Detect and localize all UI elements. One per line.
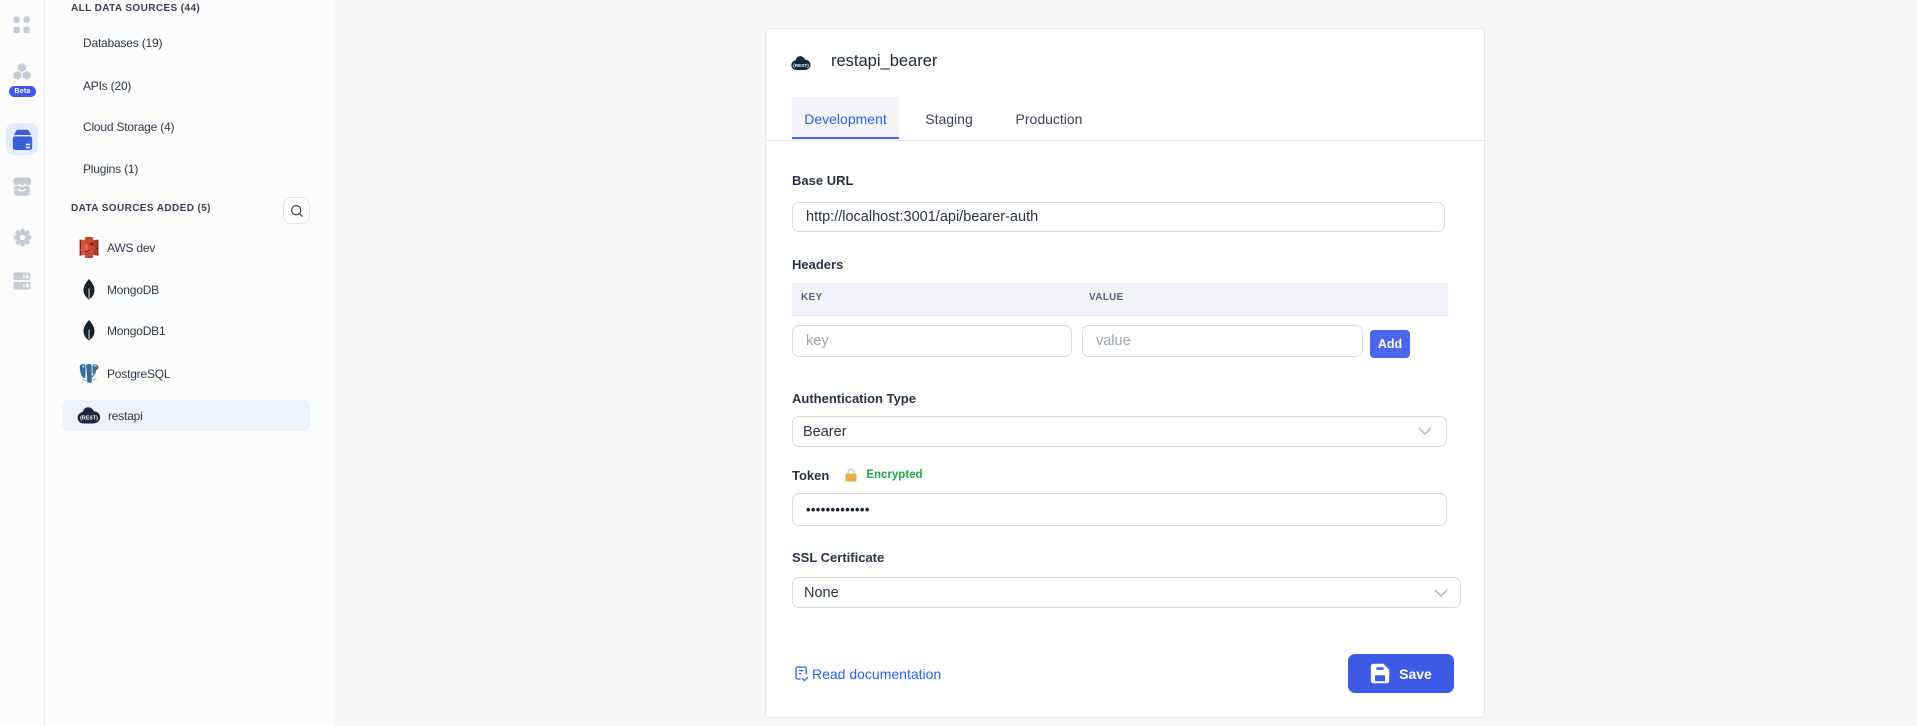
svg-text:(REST): (REST) — [793, 63, 809, 68]
svg-text:(REST): (REST) — [80, 416, 98, 422]
